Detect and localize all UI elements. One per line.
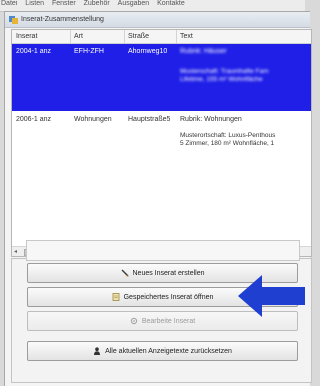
- cell-strasse: Ahornweg10: [128, 48, 168, 55]
- cell-strasse: Hauptstraße5: [128, 116, 171, 123]
- menu-item-zubehoer[interactable]: Zubehör: [84, 0, 110, 7]
- reset-all-label: Alle aktuellen Anzeigetexte zurücksetzen: [105, 347, 232, 355]
- pencil-icon: [121, 269, 129, 277]
- window-title: Inserat-Zusammenstellung: [21, 16, 104, 23]
- menu-item-datei[interactable]: Datei: [1, 0, 17, 7]
- window-titlebar[interactable]: Inserat-Zusammenstellung: [5, 12, 310, 28]
- cell-art: EFH-ZFH: [74, 48, 104, 55]
- column-divider[interactable]: [70, 30, 71, 43]
- column-header-inserat[interactable]: Inserat: [16, 33, 37, 40]
- column-divider[interactable]: [176, 30, 177, 43]
- column-header-strasse[interactable]: Straße: [128, 33, 149, 40]
- cell-text: Rubrik: Wohnungen: [180, 116, 242, 123]
- scroll-left-icon[interactable]: ◂: [14, 248, 17, 255]
- reset-all-button[interactable]: Alle aktuellen Anzeigetexte zurücksetzen: [27, 341, 298, 361]
- gear-icon: [130, 317, 138, 325]
- open-saved-ad-label: Gespeichertes Inserat öffnen: [123, 293, 214, 301]
- ads-table: Inserat Art Straße Text 2004-1 anz EFH-Z…: [11, 29, 312, 257]
- table-row-selected[interactable]: 2004-1 anz EFH-ZFH Ahornweg10 Rubrik: Hä…: [12, 44, 311, 111]
- table-row[interactable]: 2006-1 anz Wohnungen Hauptstraße5 Rubrik…: [12, 112, 311, 162]
- document-icon: [112, 293, 120, 301]
- cell-art: Wohnungen: [74, 116, 112, 123]
- info-field: [26, 240, 300, 261]
- person-icon: [94, 347, 101, 355]
- menu-item-listen[interactable]: Listen: [25, 0, 44, 7]
- cell-detail-line: Lifetime, 155 m² Wohnfläche: [180, 76, 263, 83]
- column-divider[interactable]: [124, 30, 125, 43]
- cell-text: Rubrik: Häuser: [180, 48, 227, 55]
- new-ad-label: Neues Inserat erstellen: [132, 269, 205, 277]
- cell-inserat: 2004-1 anz: [16, 48, 52, 55]
- menu-item-ausgaben[interactable]: Ausgaben: [118, 0, 150, 7]
- cell-detail-line: Musterschaft: Traumhafte Fam: [180, 68, 269, 75]
- cell-detail-line: 5 Zimmer, 180 m² Wohnfläche, 1: [180, 140, 275, 147]
- table-header: Inserat Art Straße Text: [12, 30, 311, 44]
- menu-item-kontakte[interactable]: Kontakte: [157, 0, 185, 7]
- app-icon: [9, 16, 18, 24]
- menu-item-fenster[interactable]: Fenster: [52, 0, 76, 7]
- pointer-arrow-icon: [238, 275, 305, 317]
- cell-detail-line: Musterortschaft: Luxus-Penthous: [180, 132, 276, 139]
- edit-ad-label: Bearbeite Inserat: [141, 317, 196, 325]
- column-header-art[interactable]: Art: [74, 33, 83, 40]
- column-header-text[interactable]: Text: [180, 33, 193, 40]
- cell-inserat: 2006-1 anz: [16, 116, 52, 123]
